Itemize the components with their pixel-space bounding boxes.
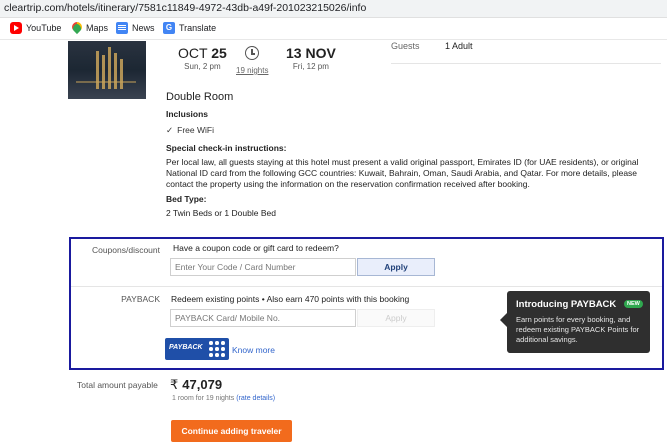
youtube-icon: [10, 22, 22, 34]
bookmark-news[interactable]: News: [116, 22, 155, 34]
rooms-nights-text: 1 room for 19 nights: [172, 395, 235, 402]
checkout-day: 13: [286, 45, 302, 61]
coupon-apply-button[interactable]: Apply: [357, 258, 435, 276]
tooltip-body: Earn points for every booking, and redee…: [516, 315, 640, 344]
bookmark-maps[interactable]: Maps: [70, 22, 108, 34]
translate-icon: G: [163, 22, 175, 34]
hotel-image: [68, 41, 146, 99]
nights-count: 19 nights: [236, 66, 269, 75]
checkin-month: OCT: [178, 45, 208, 61]
coupon-heading: Have a coupon code or gift card to redee…: [173, 243, 339, 253]
divider: [391, 63, 661, 64]
bookmark-youtube[interactable]: YouTube: [10, 22, 61, 34]
bed-type-title: Bed Type:: [166, 194, 207, 204]
continue-adding-traveler-button[interactable]: Continue adding traveler: [171, 420, 292, 442]
coupon-code-input[interactable]: [170, 258, 356, 276]
payback-tooltip: Introducing PAYBACK NEW Earn points for …: [500, 291, 650, 353]
total-amount: ₹47,079: [170, 377, 222, 393]
bookmark-label: News: [132, 23, 155, 33]
payback-logo-text: PAYBACK: [169, 344, 203, 351]
clock-icon: [245, 46, 259, 60]
inclusion-item: ✓ Free WiFi: [166, 125, 214, 136]
payback-heading: Redeem existing points • Also earn 470 p…: [171, 294, 410, 304]
checkin-date: OCT 25 Sun, 2 pm: [178, 45, 227, 71]
bookmark-label: Maps: [86, 23, 109, 33]
bookmark-label: YouTube: [26, 23, 62, 33]
special-instructions-title: Special check-in instructions:: [166, 143, 287, 153]
room-title: Double Room: [166, 91, 234, 103]
bed-type-text: 2 Twin Beds or 1 Double Bed: [166, 208, 276, 218]
checkin-day: 25: [211, 45, 227, 61]
guests-label: Guests: [391, 41, 420, 51]
tooltip-title: Introducing PAYBACK: [516, 299, 617, 310]
payback-card-input[interactable]: [170, 309, 356, 327]
payback-dots-icon: [209, 341, 226, 358]
payback-apply-button[interactable]: Apply: [357, 309, 435, 327]
new-badge: NEW: [624, 300, 643, 308]
news-icon: [116, 22, 128, 34]
page-content[interactable]: OCT 25 Sun, 2 pm 19 nights 13 NOV Fri, 1…: [0, 41, 667, 443]
checkin-time: Sun, 2 pm: [184, 62, 221, 71]
maps-icon: [70, 22, 82, 34]
rate-details-link[interactable]: (rate details): [236, 395, 275, 402]
check-icon: ✓: [166, 125, 174, 135]
bookmarks-bar: YouTube Maps News G Translate: [0, 18, 667, 40]
divider: [71, 286, 662, 287]
url-text[interactable]: cleartrip.com/hotels/itinerary/7581c1184…: [4, 2, 366, 14]
inclusion-label: Free WiFi: [177, 125, 214, 135]
total-amount-value: 47,079: [182, 377, 223, 392]
bookmark-label: Translate: [179, 23, 217, 33]
guests-value: 1 Adult: [445, 41, 473, 51]
special-instructions-text: Per local law, all guests staying at thi…: [166, 157, 639, 189]
rupee-icon: ₹: [170, 377, 179, 392]
bookmark-translate[interactable]: G Translate: [163, 22, 216, 34]
know-more-link[interactable]: Know more: [232, 345, 275, 355]
payback-label: PAYBACK: [121, 294, 160, 304]
total-subtext: 1 room for 19 nights (rate details): [172, 395, 275, 402]
checkout-date: 13 NOV Fri, 12 pm: [286, 45, 336, 71]
checkout-month: NOV: [305, 45, 336, 61]
payback-logo: PAYBACK: [165, 338, 229, 360]
inclusions-title: Inclusions: [166, 109, 209, 119]
checkout-time: Fri, 12 pm: [292, 62, 329, 71]
total-label: Total amount payable: [77, 380, 158, 390]
address-bar[interactable]: cleartrip.com/hotels/itinerary/7581c1184…: [0, 0, 667, 18]
coupon-label: Coupons/discount: [91, 245, 160, 255]
